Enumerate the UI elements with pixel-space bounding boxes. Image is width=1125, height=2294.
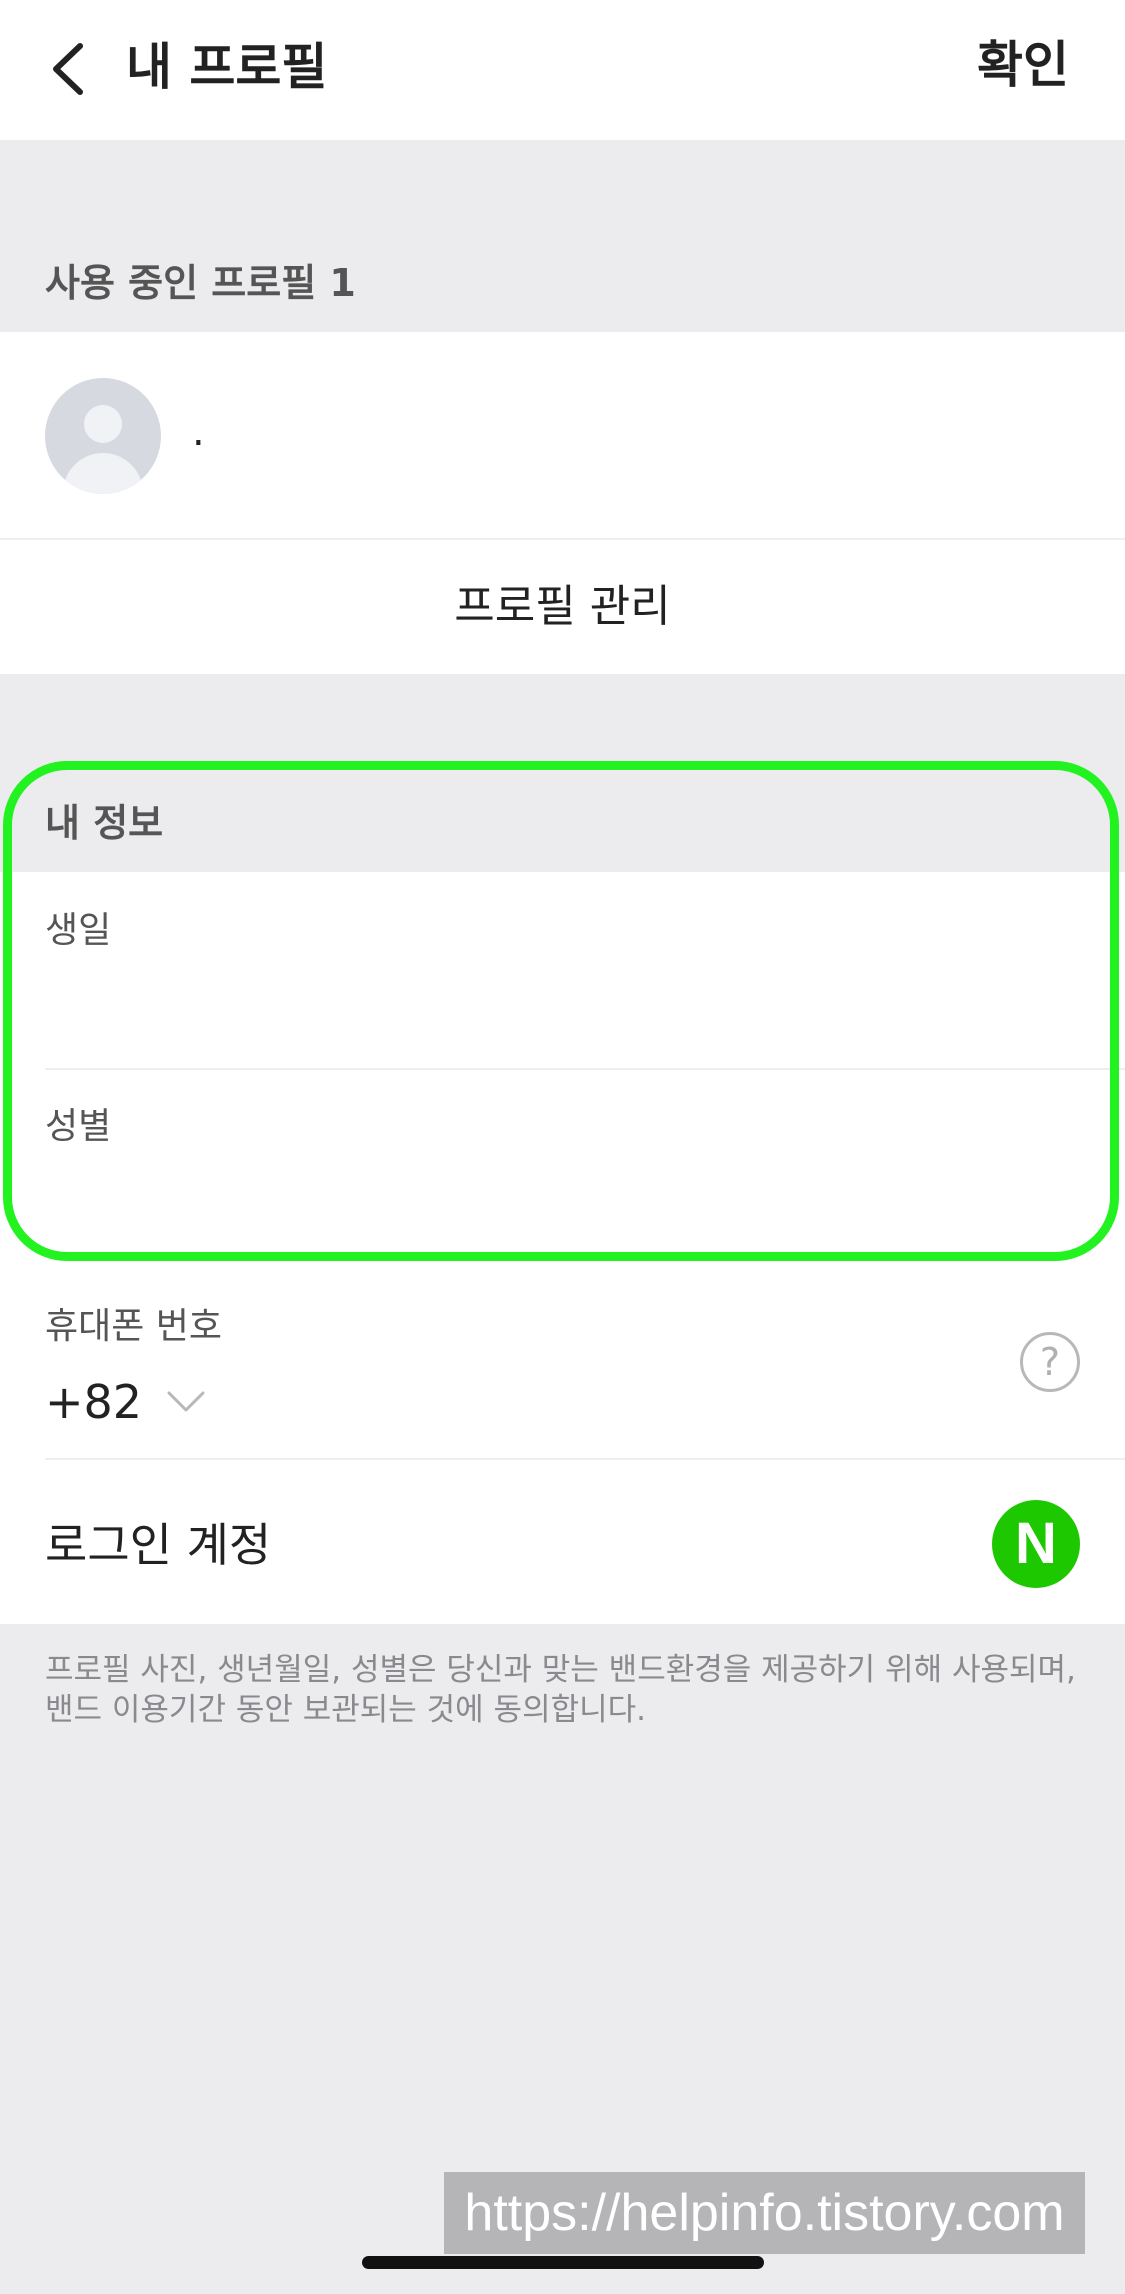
top-bar: 내 프로필 확인 bbox=[0, 0, 1125, 140]
back-button[interactable] bbox=[40, 36, 100, 102]
birthday-label: 생일 bbox=[45, 910, 112, 951]
country-code-select[interactable]: +82 bbox=[45, 1362, 206, 1442]
profile-card: . 프로필 관리 bbox=[0, 332, 1125, 674]
profile-screen: 내 프로필 확인 사용 중인 프로필 1 . 프로필 관리 내 정보 생일 성별… bbox=[0, 0, 1125, 2294]
naver-logo-icon[interactable]: N bbox=[992, 1500, 1080, 1588]
home-indicator[interactable] bbox=[362, 2256, 764, 2269]
help-icon[interactable]: ? bbox=[1020, 1332, 1080, 1392]
contact-section: 휴대폰 번호 +82 ? 로그인 계정 N bbox=[0, 1262, 1125, 1624]
avatar[interactable] bbox=[45, 378, 161, 494]
my-info-section: 생일 성별 bbox=[0, 872, 1125, 1262]
chevron-left-icon bbox=[53, 43, 83, 95]
gender-label: 성별 bbox=[45, 1106, 112, 1147]
avatar-body-shape bbox=[63, 453, 143, 494]
divider bbox=[45, 1458, 1125, 1460]
chevron-down-icon bbox=[167, 1391, 205, 1412]
login-account-label: 로그인 계정 bbox=[45, 1518, 272, 1572]
country-code-value: +82 bbox=[45, 1375, 143, 1429]
manage-profile-button[interactable]: 프로필 관리 bbox=[0, 540, 1125, 674]
profile-section-label: 사용 중인 프로필 1 bbox=[45, 261, 356, 305]
page-title: 내 프로필 bbox=[126, 38, 328, 96]
my-info-label: 내 정보 bbox=[45, 801, 164, 845]
gender-field[interactable]: 성별 bbox=[0, 1068, 1125, 1264]
avatar-head-shape bbox=[84, 405, 122, 443]
phone-label: 휴대폰 번호 bbox=[45, 1306, 223, 1347]
confirm-button[interactable]: 확인 bbox=[977, 32, 1069, 98]
birthday-field[interactable]: 생일 bbox=[0, 872, 1125, 1068]
watermark: https://helpinfo.tistory.com bbox=[444, 2172, 1085, 2254]
profile-row[interactable]: . bbox=[0, 332, 1125, 538]
my-info-header: 내 정보 bbox=[0, 762, 1125, 872]
consent-notice: 프로필 사진, 생년월일, 성별은 당신과 맞는 밴드환경을 제공하기 위해 사… bbox=[45, 1652, 1076, 1728]
profile-name: . bbox=[192, 409, 205, 455]
